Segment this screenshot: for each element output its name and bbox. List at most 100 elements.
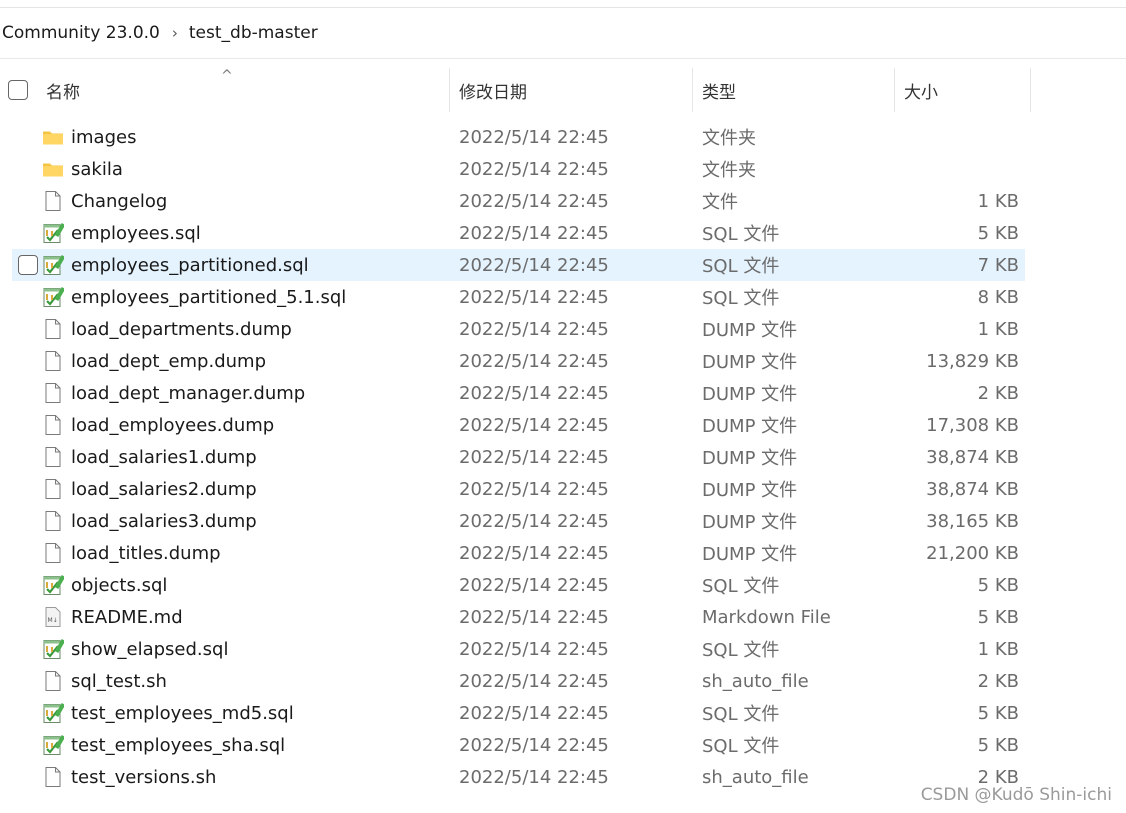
file-row[interactable]: test_employees_sha.sql 2022/5/14 22:45 SQL… <box>12 729 1025 761</box>
file-type: DUMP 文件 <box>702 480 798 501</box>
file-name: test_versions.sh <box>71 766 217 788</box>
breadcrumb-item-test-db-master[interactable]: test_db-master <box>189 23 318 43</box>
file-size: 17,308 KB <box>926 414 1019 436</box>
file-type: DUMP 文件 <box>702 512 798 533</box>
file-type: SQL 文件 <box>702 256 780 277</box>
column-header: ^ 名称 修改日期 类型 大小 <box>0 68 1126 112</box>
file-row[interactable]: load_dept_emp.dump 2022/5/14 22:45 DUMP 文件… <box>12 345 1025 377</box>
file-type: SQL 文件 <box>702 736 780 757</box>
file-row[interactable]: Changelog 2022/5/14 22:45 文件 1 KB <box>12 185 1025 217</box>
file-row[interactable]: load_salaries3.dump 2022/5/14 22:45 DUMP 文… <box>12 505 1025 537</box>
column-divider[interactable] <box>894 68 895 112</box>
file-size: 5 KB <box>977 702 1019 724</box>
file-modified-date: 2022/5/14 22:45 <box>459 286 609 308</box>
watermark: CSDN @Kudō Shin-ichi <box>920 785 1112 805</box>
file-row[interactable]: employees_partitioned_5.1.sql 2022/5/14 2… <box>12 281 1025 313</box>
file-name: load_titles.dump <box>71 542 221 564</box>
file-icon <box>42 478 64 500</box>
file-modified-date: 2022/5/14 22:45 <box>459 190 609 212</box>
file-modified-date: 2022/5/14 22:45 <box>459 478 609 500</box>
row-checkbox[interactable] <box>18 255 38 275</box>
file-size: 5 KB <box>977 574 1019 596</box>
file-icon <box>42 446 64 468</box>
file-row[interactable]: images 2022/5/14 22:45 文件夹 <box>12 121 1025 153</box>
file-icon <box>42 190 64 212</box>
column-divider[interactable] <box>1030 68 1031 112</box>
file-type: SQL 文件 <box>702 224 780 245</box>
folder-icon <box>42 158 64 180</box>
file-name: load_employees.dump <box>71 414 275 436</box>
sql-file-icon <box>42 254 66 276</box>
file-row[interactable]: employees.sql 2022/5/14 22:45 SQL 文件 5 KB <box>12 217 1025 249</box>
column-header-size[interactable]: 大小 <box>904 68 938 112</box>
file-row[interactable]: load_salaries1.dump 2022/5/14 22:45 DUMP 文… <box>12 441 1025 473</box>
sql-file-icon <box>42 286 66 308</box>
file-icon <box>42 414 64 436</box>
file-name: employees_partitioned.sql <box>71 254 309 276</box>
markdown-file-icon: M↓ <box>42 606 64 628</box>
file-size: 5 KB <box>977 222 1019 244</box>
file-row[interactable]: load_salaries2.dump 2022/5/14 22:45 DUMP 文… <box>12 473 1025 505</box>
file-name: load_salaries3.dump <box>71 510 257 532</box>
file-icon <box>42 510 64 532</box>
column-header-name[interactable]: 名称 <box>46 68 80 112</box>
file-row[interactable]: test_versions.sh 2022/5/14 22:45 sh_auto_f… <box>12 761 1025 793</box>
sql-file-icon <box>42 222 66 244</box>
file-name: show_elapsed.sql <box>71 638 229 660</box>
file-name: load_salaries1.dump <box>71 446 257 468</box>
file-icon <box>42 670 64 692</box>
sql-file-icon <box>42 574 66 596</box>
file-icon <box>42 350 64 372</box>
file-row[interactable]: M↓ README.md 2022/5/14 22:45 Markdown File 5… <box>12 601 1025 633</box>
file-size: 7 KB <box>977 254 1019 276</box>
file-type: DUMP 文件 <box>702 352 798 373</box>
file-size: 1 KB <box>977 190 1019 212</box>
file-type: Markdown File <box>702 606 831 628</box>
file-modified-date: 2022/5/14 22:45 <box>459 158 609 180</box>
file-name: Changelog <box>71 190 168 212</box>
file-size: 8 KB <box>977 286 1019 308</box>
breadcrumb-separator-icon: › <box>171 24 178 42</box>
file-modified-date: 2022/5/14 22:45 <box>459 126 609 148</box>
file-modified-date: 2022/5/14 22:45 <box>459 766 609 788</box>
select-all-checkbox[interactable] <box>8 80 28 100</box>
file-size: 1 KB <box>977 638 1019 660</box>
file-row[interactable]: show_elapsed.sql 2022/5/14 22:45 SQL 文件 1 K… <box>12 633 1025 665</box>
file-row[interactable]: employees_partitioned.sql 2022/5/14 22:45… <box>12 249 1025 281</box>
file-row[interactable]: load_employees.dump 2022/5/14 22:45 DUMP 文… <box>12 409 1025 441</box>
column-divider[interactable] <box>692 68 693 112</box>
file-modified-date: 2022/5/14 22:45 <box>459 670 609 692</box>
file-row[interactable]: sakila 2022/5/14 22:45 文件夹 <box>12 153 1025 185</box>
file-row[interactable]: load_departments.dump 2022/5/14 22:45 DUMP… <box>12 313 1025 345</box>
file-modified-date: 2022/5/14 22:45 <box>459 222 609 244</box>
column-divider[interactable] <box>449 68 450 112</box>
file-modified-date: 2022/5/14 22:45 <box>459 254 609 276</box>
file-size: 5 KB <box>977 734 1019 756</box>
breadcrumb-item-community[interactable]: Community 23.0.0 <box>2 23 160 43</box>
breadcrumb: Community 23.0.0 › test_db-master <box>0 8 1126 58</box>
file-row[interactable]: objects.sql 2022/5/14 22:45 SQL 文件 5 KB <box>12 569 1025 601</box>
file-name: test_employees_sha.sql <box>71 734 286 756</box>
file-name: load_dept_manager.dump <box>71 382 306 404</box>
file-icon <box>42 542 64 564</box>
file-modified-date: 2022/5/14 22:45 <box>459 542 609 564</box>
column-header-modified[interactable]: 修改日期 <box>459 68 527 112</box>
column-header-type[interactable]: 类型 <box>702 68 736 112</box>
sort-ascending-icon: ^ <box>221 68 233 84</box>
file-name: load_departments.dump <box>71 318 292 340</box>
file-name: sql_test.sh <box>71 670 167 692</box>
file-type: SQL 文件 <box>702 288 780 309</box>
file-modified-date: 2022/5/14 22:45 <box>459 350 609 372</box>
file-type: 文件夹 <box>702 128 756 149</box>
file-modified-date: 2022/5/14 22:45 <box>459 574 609 596</box>
file-size: 13,829 KB <box>926 350 1019 372</box>
file-row[interactable]: test_employees_md5.sql 2022/5/14 22:45 SQL… <box>12 697 1025 729</box>
file-type: SQL 文件 <box>702 640 780 661</box>
file-modified-date: 2022/5/14 22:45 <box>459 734 609 756</box>
file-row[interactable]: load_dept_manager.dump 2022/5/14 22:45 DUM… <box>12 377 1025 409</box>
file-row[interactable]: load_titles.dump 2022/5/14 22:45 DUMP 文件 21… <box>12 537 1025 569</box>
file-modified-date: 2022/5/14 22:45 <box>459 638 609 660</box>
file-row[interactable]: sql_test.sh 2022/5/14 22:45 sh_auto_file 2 … <box>12 665 1025 697</box>
file-name: sakila <box>71 158 123 180</box>
file-modified-date: 2022/5/14 22:45 <box>459 414 609 436</box>
